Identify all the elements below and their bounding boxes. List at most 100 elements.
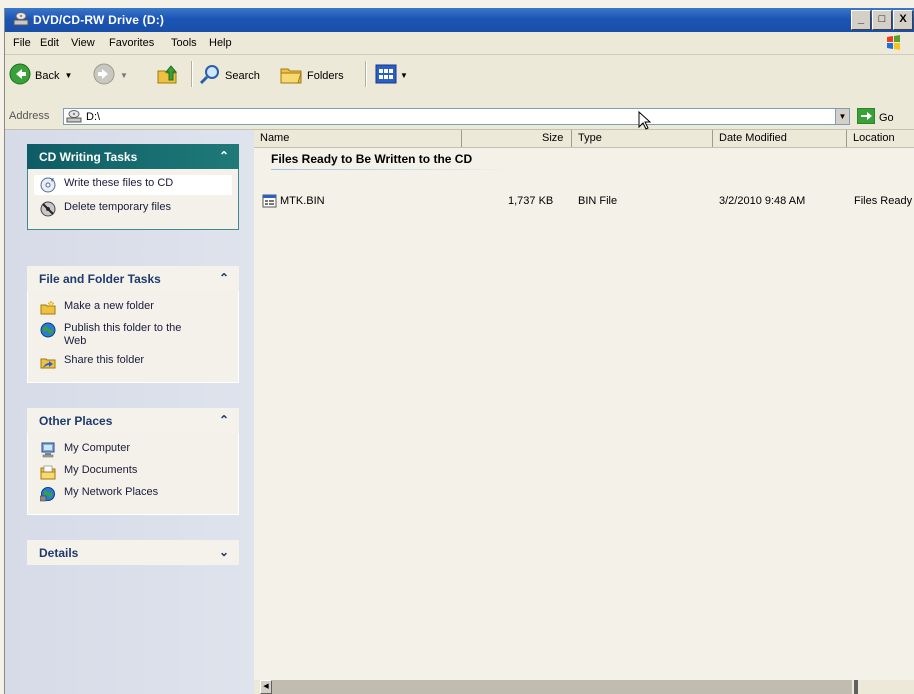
write-cd-icon [40,177,56,197]
expand-chevron-icon[interactable]: ⌄ [219,545,229,559]
cd-writing-tasks-body: Write these files to CD Delete temporary… [27,169,239,230]
folders-button[interactable]: Folders [279,63,344,88]
title-bar[interactable]: DVD/CD-RW Drive (D:) _ □ X [5,8,914,32]
bin-file-icon [262,193,278,212]
task-pane: CD Writing Tasks ⌃ Write these files to … [5,130,254,694]
other-places-header[interactable]: Other Places ⌃ [27,408,239,433]
share-folder-icon [40,354,56,374]
task-label: Delete temporary files [64,201,171,213]
task-label: My Computer [64,442,131,454]
task-label: Make a new folder [64,300,154,312]
column-type[interactable]: Type [578,132,602,144]
close-button[interactable]: X [893,10,913,30]
views-icon [375,64,397,87]
scroll-left-arrow-icon[interactable]: ◀ [260,680,272,694]
column-location[interactable]: Location [853,132,895,144]
toolbar: Back ▼ ▼ Search Folders ▼ [5,55,914,106]
cd-drive-icon [66,110,82,126]
window-title: DVD/CD-RW Drive (D:) [33,13,165,27]
address-value: D:\ [86,111,101,123]
collapse-chevron-icon[interactable]: ⌃ [219,413,229,427]
folders-icon [279,63,303,88]
mouse-pointer-icon [638,110,652,134]
views-dropdown-icon[interactable]: ▼ [400,71,408,80]
file-name: MTK.BIN [280,195,325,207]
menu-favorites[interactable]: Favorites [109,37,154,49]
address-bar: Address D:\ ▼ Go [5,105,914,130]
go-button[interactable]: Go [856,107,894,127]
panel-title: Details [39,546,79,560]
horizontal-scrollbar[interactable]: ◀ [254,680,914,694]
column-header-row: Name Size Type Date Modified Location [254,130,914,148]
search-icon [199,63,221,88]
file-folder-tasks-panel: File and Folder Tasks ⌃ Make a new folde… [27,266,239,383]
column-size[interactable]: Size [542,132,563,144]
menu-view[interactable]: View [71,37,95,49]
write-files-to-cd-link[interactable]: Write these files to CD [34,175,232,195]
publish-folder-to-web-link[interactable]: Publish this folder to the Web [28,322,204,348]
cd-drive-icon [13,12,29,29]
task-label: My Network Places [64,486,159,498]
task-label: Write these files to CD [64,177,174,189]
address-dropdown-button[interactable]: ▼ [835,108,850,125]
my-network-places-link[interactable]: My Network Places [28,486,238,502]
details-panel: Details ⌄ [27,540,239,565]
my-computer-link[interactable]: My Computer [28,442,238,458]
file-location: Files Ready [854,195,913,207]
back-dropdown-icon[interactable]: ▼ [64,71,72,80]
back-button[interactable]: Back ▼ [9,63,72,88]
views-button[interactable]: ▼ [375,64,408,87]
menu-bar: File Edit View Favorites Tools Help [5,32,914,55]
scroll-track[interactable] [272,680,852,694]
panel-title: CD Writing Tasks [39,150,138,164]
share-folder-link[interactable]: Share this folder [28,354,238,370]
menu-help[interactable]: Help [209,37,232,49]
column-divider[interactable] [461,130,462,147]
task-label: Share this folder [64,354,145,366]
panel-title: Other Places [39,414,113,428]
scroll-thumb[interactable] [854,680,858,694]
toolbar-separator [365,61,367,87]
make-new-folder-link[interactable]: Make a new folder [28,300,238,316]
address-label: Address [9,110,50,122]
my-documents-link[interactable]: My Documents [28,464,238,480]
collapse-chevron-icon[interactable]: ⌃ [219,149,229,163]
details-header[interactable]: Details ⌄ [27,540,239,565]
forward-arrow-icon [93,63,115,88]
column-divider[interactable] [571,130,572,147]
other-places-panel: Other Places ⌃ My Computer My Documents [27,408,239,515]
up-folder-button[interactable] [155,62,179,89]
file-row[interactable]: MTK.BIN 1,737 KB BIN File 3/2/2010 9:48 … [254,192,914,210]
cd-writing-tasks-header[interactable]: CD Writing Tasks ⌃ [27,144,239,169]
go-arrow-icon [856,107,876,127]
column-date-modified[interactable]: Date Modified [719,132,787,144]
file-folder-tasks-header[interactable]: File and Folder Tasks ⌃ [27,266,239,291]
address-input[interactable]: D:\ [63,108,836,125]
column-divider[interactable] [712,130,713,147]
explorer-window: DVD/CD-RW Drive (D:) _ □ X File Edit Vie… [4,8,914,694]
menu-edit[interactable]: Edit [40,37,59,49]
delete-temporary-files-link[interactable]: Delete temporary files [28,201,238,217]
file-list: Name Size Type Date Modified Location Fi… [254,130,914,694]
maximize-button[interactable]: □ [872,10,892,30]
column-divider[interactable] [846,130,847,147]
panel-title: File and Folder Tasks [39,272,161,286]
new-folder-icon [40,300,56,320]
minimize-button[interactable]: _ [851,10,871,30]
back-arrow-icon [9,63,31,88]
other-places-body: My Computer My Documents My Network Plac… [27,433,239,515]
forward-dropdown-icon[interactable]: ▼ [120,71,128,80]
windows-logo-icon [881,34,907,52]
forward-button[interactable]: ▼ [93,63,128,88]
group-divider [271,169,511,170]
network-places-icon [39,486,56,506]
menu-tools[interactable]: Tools [171,37,197,49]
collapse-chevron-icon[interactable]: ⌃ [219,271,229,285]
search-button[interactable]: Search [199,63,260,88]
delete-temp-files-icon [40,201,56,221]
column-name[interactable]: Name [260,132,289,144]
task-label: Publish this folder to the Web [64,322,182,347]
file-type: BIN File [578,195,618,207]
menu-file[interactable]: File [13,37,31,49]
toolbar-separator [191,61,193,87]
